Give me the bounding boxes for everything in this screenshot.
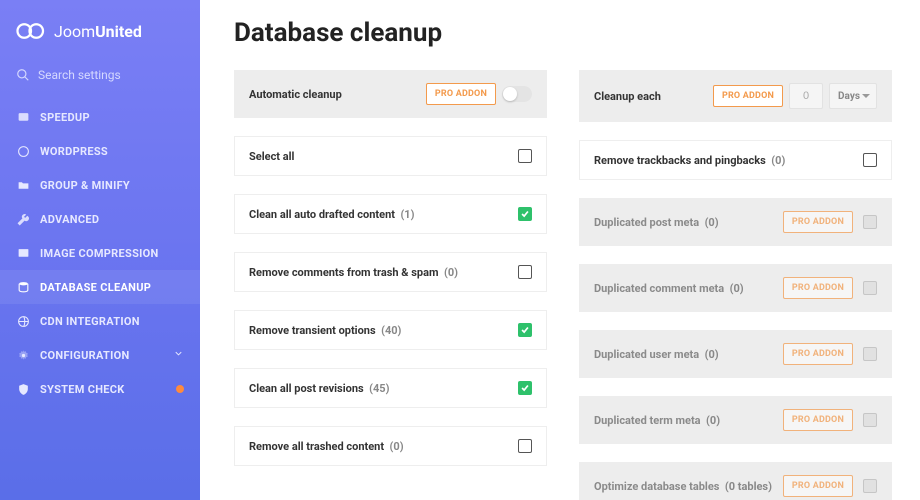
dup-term-meta-row: Duplicated term meta (0) PRO ADDON [579,396,892,444]
cleanup-unit-select[interactable]: Days [829,83,877,109]
search-placeholder: Search settings [38,68,121,82]
left-column: Automatic cleanup PRO ADDON Select all C… [234,70,547,500]
nav-database-cleanup[interactable]: DATABASE CLEANUP [0,270,200,304]
search-icon [16,68,30,82]
dup-user-meta-row: Duplicated user meta (0) PRO ADDON [579,330,892,378]
trash-spam-checkbox[interactable] [518,265,532,279]
main-content: Database cleanup Automatic cleanup PRO A… [200,0,920,500]
right-column: Cleanup each PRO ADDON Days Remove track… [579,70,892,500]
logo-icon [16,20,46,42]
nav-cdn[interactable]: CDN INTEGRATION [0,304,200,338]
database-icon [16,280,30,294]
select-all-checkbox[interactable] [518,149,532,163]
pro-badge[interactable]: PRO ADDON [783,277,853,299]
shield-icon [16,382,30,396]
auto-cleanup-toggle[interactable] [502,86,532,102]
dup-post-meta-row: Duplicated post meta (0) PRO ADDON [579,198,892,246]
nav-configuration[interactable]: CONFIGURATION [0,338,200,372]
sidebar: JoomUnited Search settings SPEEDUP WORDP… [0,0,200,500]
dup-post-meta-checkbox [863,215,877,229]
pro-badge[interactable]: PRO ADDON [426,83,496,105]
nav-speedup[interactable]: SPEEDUP [0,100,200,134]
pro-badge[interactable]: PRO ADDON [783,475,853,497]
nav-image-compression[interactable]: IMAGE COMPRESSION [0,236,200,270]
trackback-checkbox[interactable] [863,153,877,167]
dup-comment-meta-checkbox [863,281,877,295]
auto-drafted-row: Clean all auto drafted content (1) [234,194,547,234]
cleanup-each-row: Cleanup each PRO ADDON Days [579,70,892,122]
globe-icon [16,314,30,328]
image-icon [16,246,30,260]
auto-cleanup-label: Automatic cleanup [249,88,342,101]
optimize-tables-checkbox [863,479,877,493]
brand-logo: JoomUnited [0,10,200,60]
wrench-icon [16,212,30,226]
nav-group-minify[interactable]: GROUP & MINIFY [0,168,200,202]
nav-system-check[interactable]: SYSTEM CHECK [0,372,200,406]
nav: SPEEDUP WORDPRESS GROUP & MINIFY ADVANCE… [0,100,200,406]
select-all-row: Select all [234,136,547,176]
brand-text: JoomUnited [54,22,142,41]
optimize-tables-row: Optimize database tables (0 tables) PRO … [579,462,892,500]
revisions-checkbox[interactable] [518,381,532,395]
nav-wordpress[interactable]: WORDPRESS [0,134,200,168]
trash-spam-row: Remove comments from trash & spam (0) [234,252,547,292]
gauge-icon [16,110,30,124]
pro-badge[interactable]: PRO ADDON [713,85,783,107]
cleanup-each-label: Cleanup each [594,90,661,103]
trashed-row: Remove all trashed content (0) [234,426,547,466]
columns: Automatic cleanup PRO ADDON Select all C… [234,70,892,500]
dup-user-meta-checkbox [863,347,877,361]
transient-checkbox[interactable] [518,323,532,337]
cleanup-interval-input[interactable] [789,83,823,109]
wordpress-icon [16,144,30,158]
page-title: Database cleanup [234,18,892,48]
dup-term-meta-checkbox [863,413,877,427]
pro-badge[interactable]: PRO ADDON [783,211,853,233]
dup-comment-meta-row: Duplicated comment meta (0) PRO ADDON [579,264,892,312]
folder-icon [16,178,30,192]
auto-cleanup-row: Automatic cleanup PRO ADDON [234,70,547,118]
trackback-row: Remove trackbacks and pingbacks (0) [579,140,892,180]
transient-row: Remove transient options (40) [234,310,547,350]
auto-drafted-checkbox[interactable] [518,207,532,221]
pro-badge[interactable]: PRO ADDON [783,343,853,365]
warning-dot-icon [176,385,184,393]
gear-icon [16,348,30,362]
search-input[interactable]: Search settings [0,60,200,100]
nav-advanced[interactable]: ADVANCED [0,202,200,236]
trashed-checkbox[interactable] [518,439,532,453]
pro-badge[interactable]: PRO ADDON [783,409,853,431]
revisions-row: Clean all post revisions (45) [234,368,547,408]
chevron-down-icon [173,348,184,362]
